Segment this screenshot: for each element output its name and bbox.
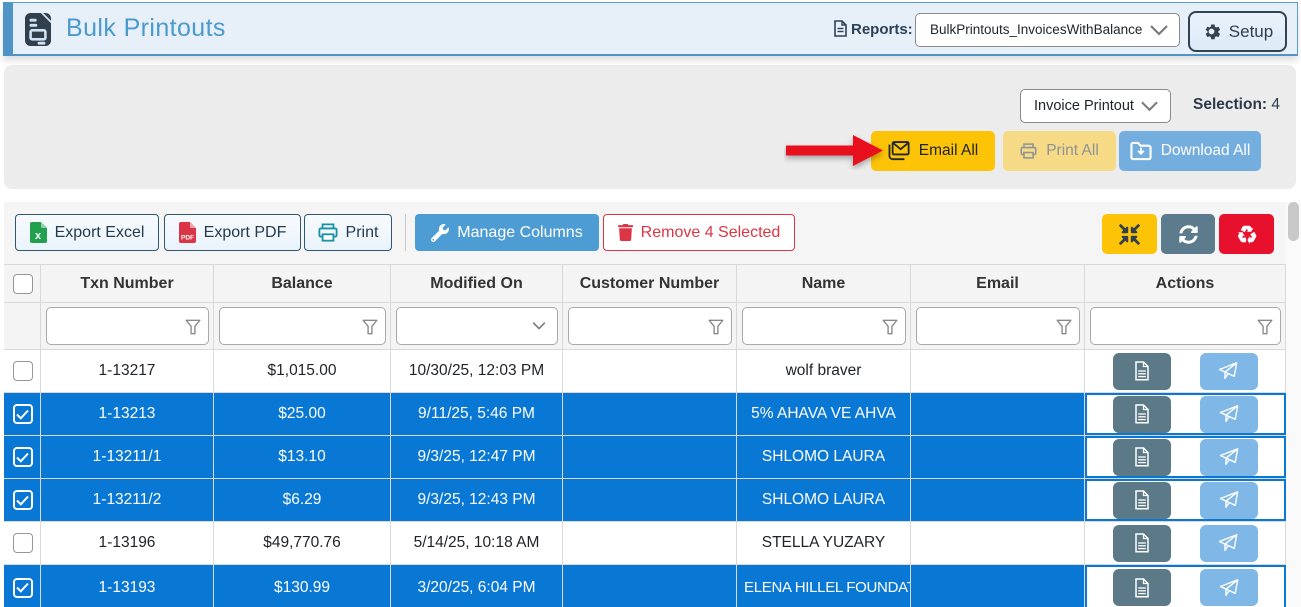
svg-text:x: x — [35, 230, 42, 242]
svg-text:PDF: PDF — [181, 235, 194, 242]
